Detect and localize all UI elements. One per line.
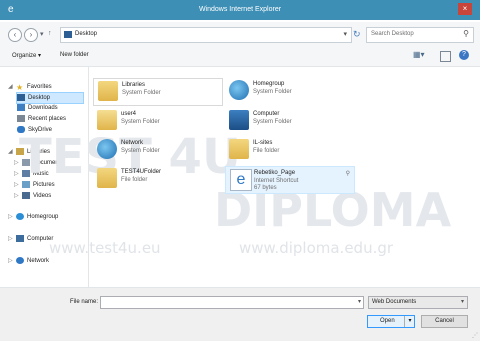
search-icon: ⚲ <box>345 171 350 177</box>
list-item-user4[interactable]: user4 System Folder <box>93 108 221 134</box>
network-icon <box>97 139 117 159</box>
list-item-test4ufolder[interactable]: TEST4UFolder File folder <box>93 166 221 192</box>
address-bar[interactable]: Desktop ▾ <box>60 27 352 43</box>
list-item-homegroup[interactable]: Homegroup System Folder <box>225 78 353 104</box>
tree-recent-places[interactable]: Recent places <box>17 114 66 124</box>
homegroup-icon <box>229 80 249 100</box>
address-location[interactable]: Desktop <box>75 31 97 37</box>
file-type-select[interactable]: Web Documents ▾ <box>368 296 468 309</box>
recent-locations-chevron-icon[interactable]: ▾ <box>40 30 44 38</box>
search-icon[interactable]: ⚲ <box>463 29 469 38</box>
navigation-bar: ‹ › ▾ ↑ Desktop ▾ ↻ Search Desktop ⚲ <box>0 22 480 48</box>
libraries-icon <box>98 81 118 101</box>
tree-homegroup[interactable]: ▷ Homegroup <box>8 212 58 222</box>
cloud-icon <box>17 125 25 133</box>
desktop-icon <box>17 93 25 101</box>
tree-videos[interactable]: ▷ Videos <box>14 191 51 201</box>
new-folder-button[interactable]: New folder <box>60 52 89 58</box>
open-dialog: ‹ › ▾ ↑ Desktop ▾ ↻ Search Desktop ⚲ Org… <box>0 20 480 360</box>
downloads-icon <box>17 103 25 111</box>
title-bar: e Windows Internet Explorer × <box>0 0 480 22</box>
command-bar: Organize ▾ New folder ▦▾ ? <box>0 48 480 67</box>
tree-pictures[interactable]: ▷ Pictures <box>14 180 55 190</box>
folder-icon <box>229 139 249 159</box>
expand-icon[interactable]: ▷ <box>14 158 22 168</box>
tree-downloads[interactable]: Downloads <box>17 103 58 113</box>
up-arrow-icon[interactable]: ↑ <box>48 30 52 37</box>
list-item-computer[interactable]: Computer System Folder <box>225 108 353 134</box>
dialog-footer: File name: ▾ Web Documents ▾ Open ▾ Canc… <box>0 287 480 341</box>
file-list: TEST 4U DIPLOMA www.test4u.eu www.diplom… <box>19 67 480 287</box>
pictures-icon <box>22 180 30 188</box>
tree-favorites[interactable]: ◢ ★ Favorites <box>8 82 52 92</box>
list-item-rebetiko-page[interactable]: e Rebetiko_Page Internet Shortcut 67 byt… <box>225 166 355 194</box>
search-placeholder: Search Desktop <box>371 31 414 37</box>
cancel-button[interactable]: Cancel <box>421 315 468 328</box>
list-item-network[interactable]: Network System Folder <box>93 137 221 163</box>
collapse-icon[interactable]: ◢ <box>8 147 16 157</box>
homegroup-icon <box>16 212 24 220</box>
user-folder-icon <box>97 110 117 130</box>
libraries-icon <box>16 147 24 155</box>
file-type-value: Web Documents <box>372 299 417 305</box>
folder-icon <box>97 168 117 188</box>
desktop-folder-icon <box>64 31 72 38</box>
expand-icon[interactable]: ▷ <box>14 169 22 179</box>
file-name-field[interactable]: ▾ <box>100 296 364 309</box>
network-icon <box>16 256 24 264</box>
videos-icon <box>22 191 30 199</box>
computer-icon <box>229 110 249 130</box>
internet-shortcut-icon: e <box>230 169 252 191</box>
open-button-label: Open <box>380 318 395 324</box>
music-icon <box>22 169 30 177</box>
preview-pane-icon[interactable] <box>440 51 451 62</box>
documents-icon <box>22 158 30 166</box>
collapse-icon[interactable]: ◢ <box>8 82 16 92</box>
refresh-icon[interactable]: ↻ <box>353 29 361 40</box>
change-view-icon[interactable]: ▦▾ <box>413 50 427 62</box>
list-item-libraries[interactable]: Libraries System Folder <box>93 78 223 106</box>
back-arrow-icon[interactable]: ‹ <box>8 28 22 42</box>
close-button[interactable]: × <box>458 3 472 15</box>
tree-music[interactable]: ▷ Music <box>14 169 49 179</box>
expand-icon[interactable]: ▷ <box>8 256 16 266</box>
file-name-label: File name: <box>70 299 99 305</box>
resize-grip-icon[interactable]: ⋰ <box>472 332 478 339</box>
file-type-dropdown-icon[interactable]: ▾ <box>461 298 464 305</box>
tree-libraries[interactable]: ◢ Libraries <box>8 147 50 157</box>
star-icon: ★ <box>16 82 24 92</box>
watermark-url-diploma: www.diploma.edu.gr <box>239 239 394 257</box>
open-button[interactable]: Open ▾ <box>367 315 415 328</box>
address-dropdown-icon[interactable]: ▾ <box>343 30 347 38</box>
file-name-dropdown-icon[interactable]: ▾ <box>358 298 361 305</box>
expand-icon[interactable]: ▷ <box>8 234 16 244</box>
recent-places-icon <box>17 114 25 122</box>
organize-button[interactable]: Organize ▾ <box>12 52 41 59</box>
forward-arrow-icon[interactable]: › <box>24 28 38 42</box>
open-options-dropdown-icon[interactable]: ▾ <box>404 316 415 327</box>
tree-skydrive[interactable]: SkyDrive <box>17 125 52 135</box>
expand-icon[interactable]: ▷ <box>8 212 16 222</box>
tree-network[interactable]: ▷ Network <box>8 256 49 266</box>
tree-documents[interactable]: ▷ Documents <box>14 158 63 168</box>
help-icon[interactable]: ? <box>459 50 469 60</box>
computer-icon <box>16 234 24 242</box>
tree-computer[interactable]: ▷ Computer <box>8 234 53 244</box>
list-item-il-sites[interactable]: IL-sites File folder <box>225 137 353 163</box>
window-title: Windows Internet Explorer <box>198 6 282 13</box>
expand-icon[interactable]: ▷ <box>14 180 22 190</box>
search-input[interactable]: Search Desktop ⚲ <box>366 27 474 43</box>
navigation-pane: ◢ ★ Favorites Desktop Downloads Recent pla… <box>0 67 88 287</box>
expand-icon[interactable]: ▷ <box>14 191 22 201</box>
